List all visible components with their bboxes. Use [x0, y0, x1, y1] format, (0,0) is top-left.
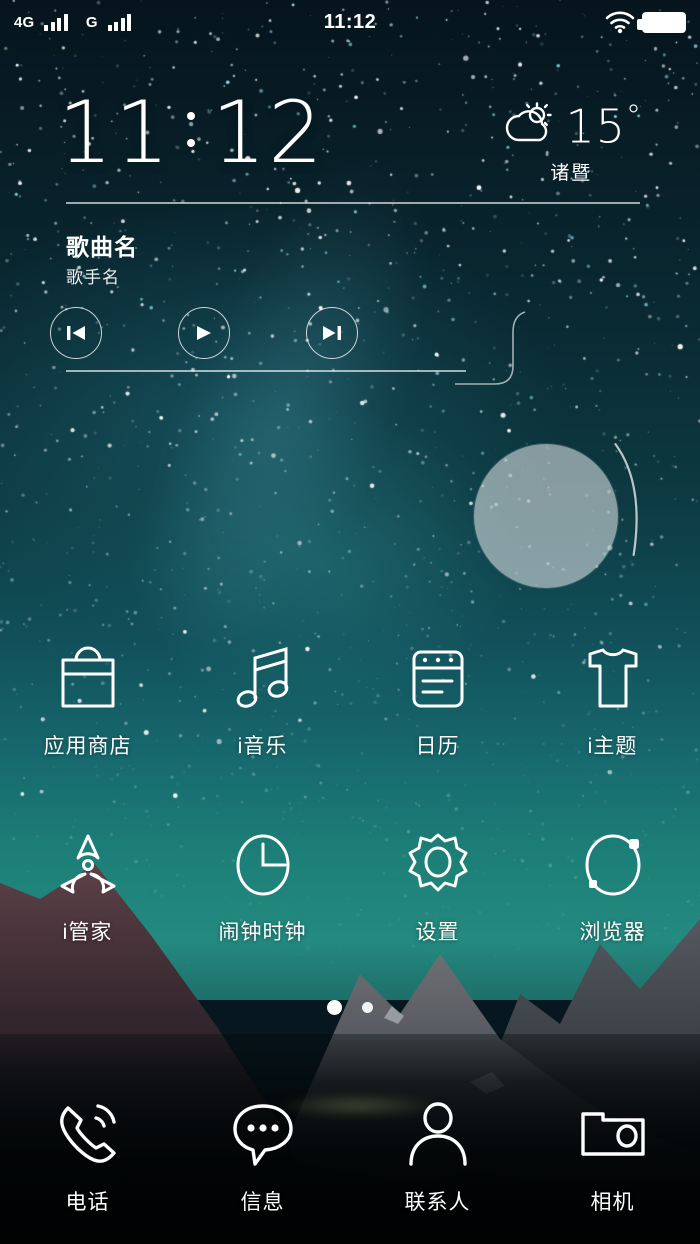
app-label: 日历: [415, 735, 460, 758]
tshirt-icon: [579, 640, 647, 718]
status-bar-right: [605, 11, 686, 34]
phone-icon: [52, 1092, 124, 1178]
gear-icon: [404, 826, 472, 904]
sim1-signal-icon: [44, 13, 68, 31]
camera-icon: [577, 1092, 649, 1178]
temperature-value: 15°: [565, 99, 642, 154]
song-title: 歌曲名: [66, 234, 138, 260]
app-grid-row-1: 应用商店 i音乐 日历 i主题: [0, 640, 700, 760]
app-icon-settings[interactable]: 设置: [350, 826, 525, 946]
music-controls: [50, 307, 390, 359]
app-grid-row-2: i管家 闹钟时钟 设置 浏览器: [0, 826, 700, 946]
music-note-icon: [229, 640, 297, 718]
app-label: 应用商店: [43, 735, 132, 758]
widget-divider: [66, 202, 640, 204]
app-icon-browser[interactable]: 浏览器: [525, 826, 700, 946]
status-bar: 4G G 11:12: [0, 0, 700, 44]
play-button[interactable]: [178, 307, 230, 359]
sim2-network-label: G: [85, 13, 98, 31]
radiation-fan-icon: [54, 826, 122, 904]
weather-widget[interactable]: 15° 诸暨: [500, 92, 642, 185]
app-icon-imusic[interactable]: i音乐: [175, 640, 350, 760]
status-bar-clock: 11:12: [323, 10, 377, 33]
page-dot-active[interactable]: [327, 1000, 342, 1015]
app-label: 设置: [415, 921, 460, 944]
sim1-network-label: 4G: [14, 13, 35, 31]
app-label: 浏览器: [579, 921, 646, 944]
app-icon-calendar[interactable]: 日历: [350, 640, 525, 760]
app-icon-clock[interactable]: 闹钟时钟: [175, 826, 350, 946]
clock-icon: [229, 826, 297, 904]
status-bar-left: 4G G: [14, 13, 132, 31]
skip-next-button[interactable]: [306, 307, 358, 359]
music-progress-line[interactable]: [66, 370, 466, 372]
app-label: i主题: [587, 735, 638, 758]
skip-previous-button[interactable]: [50, 307, 102, 359]
battery-full-icon: [637, 11, 686, 33]
dock-icon-phone[interactable]: 电话: [0, 1092, 175, 1216]
app-icon-imanager[interactable]: i管家: [0, 826, 175, 946]
dock-label: 联系人: [404, 1191, 471, 1214]
app-icon-itheme[interactable]: i主题: [525, 640, 700, 760]
colon-dots-icon: [187, 111, 196, 147]
dock-label: 电话: [65, 1191, 110, 1214]
dock-icon-messages[interactable]: 信息: [175, 1092, 350, 1216]
progress-curve: [455, 311, 526, 385]
dock-icon-contacts[interactable]: 联系人: [350, 1092, 525, 1216]
play-icon: [197, 326, 211, 340]
dock-label: 相机: [590, 1191, 635, 1214]
wallpaper: [0, 0, 700, 1244]
album-art[interactable]: [474, 444, 618, 588]
weather-city: 诸暨: [550, 163, 593, 184]
person-icon: [402, 1092, 474, 1178]
dock: 电话 信息 联系人 相机: [0, 1092, 700, 1216]
sun-behind-cloud-icon: [500, 102, 556, 150]
song-artist: 歌手名: [66, 268, 120, 287]
home-screen: 4G G 11:12 11 12 15° 诸暨 歌曲名 歌手名 应用商店 i音乐…: [0, 0, 700, 1244]
skip-previous-icon: [67, 326, 85, 340]
calendar-icon: [404, 640, 472, 718]
page-dot-inactive[interactable]: [362, 1002, 373, 1013]
dock-icon-camera[interactable]: 相机: [525, 1092, 700, 1216]
sim2-signal-icon: [107, 13, 132, 31]
clock-weather-widget[interactable]: 11 12 15° 诸暨: [0, 83, 700, 185]
message-bubble-icon: [227, 1092, 299, 1178]
browser-orbit-icon: [579, 826, 647, 904]
app-label: i管家: [62, 921, 113, 944]
app-label: 闹钟时钟: [218, 921, 307, 944]
big-clock[interactable]: 11 12: [58, 83, 325, 183]
app-label: i音乐: [237, 735, 288, 758]
clock-minutes: 12: [211, 83, 325, 183]
shopping-bag-icon: [54, 640, 122, 718]
page-indicator[interactable]: [0, 1000, 700, 1015]
dock-label: 信息: [240, 1191, 285, 1214]
skip-next-icon: [323, 326, 341, 340]
clock-hours: 11: [58, 83, 172, 183]
app-icon-appstore[interactable]: 应用商店: [0, 640, 175, 760]
wifi-icon: [605, 11, 635, 34]
